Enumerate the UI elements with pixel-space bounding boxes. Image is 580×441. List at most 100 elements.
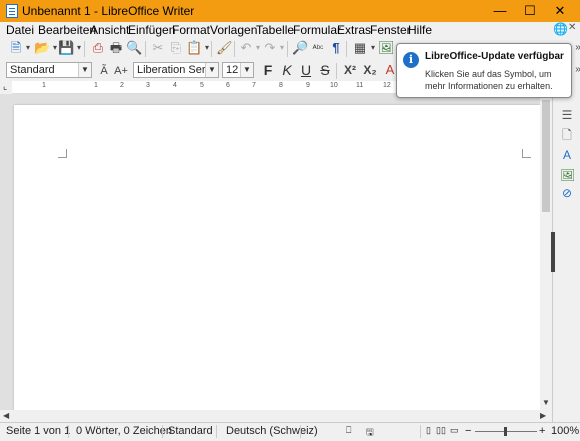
toolbar-separator — [234, 41, 235, 57]
insert-mode-icon[interactable]: ⎕ — [346, 425, 351, 436]
menu-ansicht[interactable]: Ansicht — [90, 23, 129, 37]
toolbar-separator — [145, 41, 146, 57]
word-count[interactable]: 0 Wörter, 0 Zeichen — [76, 425, 172, 437]
menu-einfuegen[interactable]: Einfügen — [128, 23, 175, 37]
page-count[interactable]: Seite 1 von 1 — [6, 425, 70, 437]
scroll-down-icon[interactable]: ▼ — [542, 398, 550, 407]
ruler-number: 7 — [252, 82, 256, 89]
clone-formatting-icon[interactable]: 🖌 — [216, 40, 233, 56]
toolbar-separator — [84, 41, 85, 57]
ruler-number: 10 — [330, 82, 338, 89]
subscript-button[interactable]: X₂ — [360, 62, 380, 78]
italic-button[interactable]: K — [279, 62, 295, 78]
writer-app-icon[interactable] — [6, 4, 18, 18]
menu-vorlagen[interactable]: Vorlagen — [210, 23, 257, 37]
scroll-left-icon[interactable]: ◀ — [3, 411, 9, 420]
toolbar-separator — [287, 41, 288, 57]
text-boundary-mark — [58, 149, 67, 158]
info-icon: i — [403, 52, 419, 68]
gallery-icon[interactable]: 🖼 — [560, 168, 575, 182]
menu-hilfe[interactable]: Hilfe — [408, 23, 432, 37]
toolbar-separator — [336, 63, 337, 79]
window-title: Unbenannt 1 - LibreOffice Writer — [22, 4, 195, 18]
ruler-number: 1 — [94, 82, 98, 89]
new-style-icon[interactable]: A+ — [113, 63, 129, 79]
zoom-in-button[interactable]: + — [539, 425, 545, 437]
paragraph-style-combo[interactable]: Standard ▼ — [6, 62, 92, 78]
page-icon[interactable]: 🗋 — [560, 128, 574, 142]
zoom-level[interactable]: 100% — [551, 425, 579, 437]
copy-icon[interactable]: ⎘ — [168, 40, 184, 56]
insert-image-icon[interactable]: 🖼 — [378, 40, 395, 56]
page-style[interactable]: Standard — [168, 425, 213, 437]
text-language[interactable]: Deutsch (Schweiz) — [226, 425, 318, 437]
font-name-value: Liberation Serif — [137, 64, 211, 76]
bold-button[interactable]: F — [260, 62, 276, 78]
menu-datei[interactable]: Datei — [6, 23, 34, 37]
ruler-number: 5 — [200, 82, 204, 89]
menu-formular[interactable]: Formular — [293, 23, 341, 37]
horizontal-scrollbar[interactable]: ◀ ▶ — [0, 410, 552, 422]
cut-icon[interactable]: ✂ — [150, 40, 166, 56]
tab-selector[interactable]: ⌞ — [0, 81, 12, 94]
print-icon[interactable]: 🖶 — [108, 40, 124, 56]
update-globe-icon[interactable]: 🌐 — [553, 22, 568, 36]
ruler-number: 12 — [383, 82, 391, 89]
properties-icon[interactable]: ☰ — [560, 108, 574, 122]
status-separator — [68, 425, 69, 438]
vertical-scroll-thumb[interactable] — [542, 100, 550, 212]
single-page-view-icon[interactable]: ▯ — [426, 425, 431, 436]
font-name-combo[interactable]: Liberation Serif ▼ — [133, 62, 219, 78]
toolbar-separator — [211, 41, 212, 57]
ruler-number: 6 — [226, 82, 230, 89]
formatting-marks-icon[interactable]: ¶ — [328, 40, 344, 56]
strikethrough-button[interactable]: S — [317, 62, 333, 78]
styles-icon[interactable]: A — [560, 148, 574, 162]
close-button[interactable]: ✕ — [540, 0, 580, 22]
paste-dropdown-icon[interactable]: ▾ — [199, 40, 215, 56]
menu-format[interactable]: Format — [172, 23, 210, 37]
sidebar-collapse-handle[interactable] — [551, 232, 555, 272]
multi-page-view-icon[interactable]: ▯▯ — [436, 425, 446, 436]
menu-bar: Datei Bearbeiten Ansicht Einfügen Format… — [0, 22, 580, 38]
chevron-down-icon[interactable]: ▼ — [240, 63, 253, 77]
text-boundary-mark — [522, 149, 531, 158]
menu-fenster[interactable]: Fenster — [370, 23, 411, 37]
ruler-number: 2 — [120, 82, 124, 89]
chevron-down-icon[interactable]: ▼ — [78, 63, 91, 77]
update-notification[interactable]: i LibreOffice-Update verfügbar Klicken S… — [396, 43, 572, 98]
ruler-number: 9 — [306, 82, 310, 89]
superscript-button[interactable]: X² — [340, 62, 360, 78]
paragraph-style-value: Standard — [10, 64, 55, 76]
zoom-out-button[interactable]: − — [465, 425, 471, 437]
sidebar-deck — [552, 94, 580, 422]
book-view-icon[interactable]: ▭ — [450, 425, 459, 436]
ruler-number: 4 — [173, 82, 177, 89]
spellcheck-icon[interactable]: ᴬᵇᶜ — [310, 40, 326, 56]
navigator-icon[interactable]: ⊘ — [560, 186, 574, 200]
close-document-icon[interactable]: ✕ — [568, 22, 576, 33]
scroll-right-icon[interactable]: ▶ — [540, 411, 546, 420]
menu-bearbeiten[interactable]: Bearbeiten — [38, 23, 96, 37]
font-size-combo[interactable]: 12 ▼ — [222, 62, 254, 78]
zoom-slider-handle[interactable] — [504, 427, 507, 436]
print-preview-icon[interactable]: 🔍 — [126, 40, 142, 56]
ruler-number: 3 — [146, 82, 150, 89]
document-page[interactable] — [14, 105, 540, 410]
toolbar-separator — [346, 41, 347, 57]
menu-extras[interactable]: Extras — [337, 23, 371, 37]
menu-tabelle[interactable]: Tabelle — [256, 23, 294, 37]
export-pdf-icon[interactable]: ⎙ — [90, 40, 106, 56]
find-replace-icon[interactable]: 🔎 — [292, 40, 308, 56]
status-separator — [420, 425, 421, 438]
font-size-value: 12 — [226, 64, 239, 76]
status-bar: Seite 1 von 1 0 Wörter, 0 Zeichen Standa… — [0, 422, 580, 440]
status-separator — [162, 425, 163, 438]
status-separator — [300, 425, 301, 438]
underline-button[interactable]: U — [298, 62, 314, 78]
ruler-number: 11 — [356, 82, 364, 89]
chevron-down-icon[interactable]: ▼ — [205, 63, 218, 77]
status-separator — [216, 425, 217, 438]
update-style-icon[interactable]: A͂ — [96, 63, 112, 79]
ruler-number: 8 — [279, 82, 283, 89]
